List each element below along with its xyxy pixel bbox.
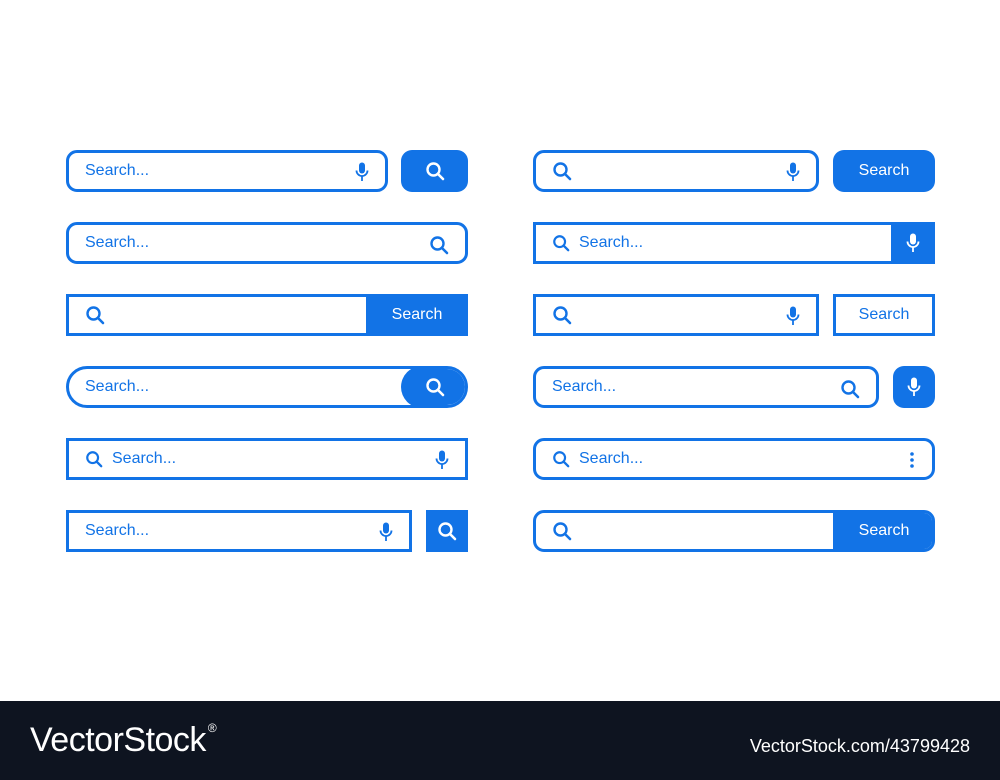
search-input[interactable]: Search... (85, 378, 149, 396)
search-bar-10[interactable]: Search... (533, 366, 879, 408)
search-input[interactable]: Search... (85, 522, 149, 540)
search-icon (85, 305, 105, 325)
search-icon (425, 161, 445, 181)
search-bar-3[interactable]: Search (66, 294, 468, 336)
search-button[interactable] (401, 150, 468, 192)
search-icon[interactable] (840, 379, 860, 399)
registered-mark: ® (207, 721, 217, 735)
search-bar-7[interactable] (533, 150, 819, 192)
search-bar-8[interactable]: Search... (533, 222, 935, 264)
search-bar-4[interactable]: Search... (66, 366, 468, 408)
search-icon (552, 234, 570, 252)
search-button[interactable]: Search (833, 294, 935, 336)
mic-icon[interactable] (379, 522, 393, 542)
search-icon (552, 305, 572, 325)
mic-icon[interactable] (435, 450, 449, 470)
brand-name: VectorStock (30, 721, 206, 759)
search-button[interactable] (426, 510, 468, 552)
search-button[interactable] (401, 369, 465, 405)
search-icon (85, 450, 103, 468)
search-input[interactable]: Search... (579, 234, 643, 252)
search-icon (552, 161, 572, 181)
mic-button[interactable] (893, 366, 935, 408)
mic-icon[interactable] (786, 162, 800, 182)
search-input[interactable]: Search... (579, 450, 643, 468)
more-vertical-icon[interactable] (910, 452, 914, 468)
mic-icon (907, 377, 921, 397)
search-button[interactable]: Search (833, 513, 932, 549)
search-input[interactable]: Search... (85, 162, 149, 180)
mic-icon[interactable] (355, 162, 369, 182)
search-input[interactable]: Search... (552, 378, 616, 396)
search-bar-12[interactable]: Search (533, 510, 935, 552)
search-bar-1[interactable]: Search... (66, 150, 388, 192)
footer-bar: VectorStock ® VectorStock.com/43799428 (0, 701, 1000, 780)
search-icon (425, 377, 445, 397)
search-input[interactable]: Search... (112, 450, 176, 468)
search-icon (437, 521, 457, 541)
search-bar-6[interactable]: Search... (66, 510, 412, 552)
search-input[interactable]: Search... (85, 234, 149, 252)
search-bar-5[interactable]: Search... (66, 438, 468, 480)
search-icon (552, 450, 570, 468)
mic-icon (906, 233, 920, 253)
search-bar-2[interactable]: Search... (66, 222, 468, 264)
mic-icon[interactable] (786, 306, 800, 326)
search-icon (552, 521, 572, 541)
search-icon[interactable] (429, 235, 449, 255)
image-id: VectorStock.com/43799428 (749, 736, 970, 756)
search-button[interactable]: Search (833, 150, 935, 192)
search-button[interactable]: Search (366, 297, 465, 333)
brand-logo[interactable]: VectorStock ® (30, 721, 217, 760)
mic-button[interactable] (891, 225, 932, 261)
search-bar-9[interactable] (533, 294, 819, 336)
search-bar-11[interactable]: Search... (533, 438, 935, 480)
